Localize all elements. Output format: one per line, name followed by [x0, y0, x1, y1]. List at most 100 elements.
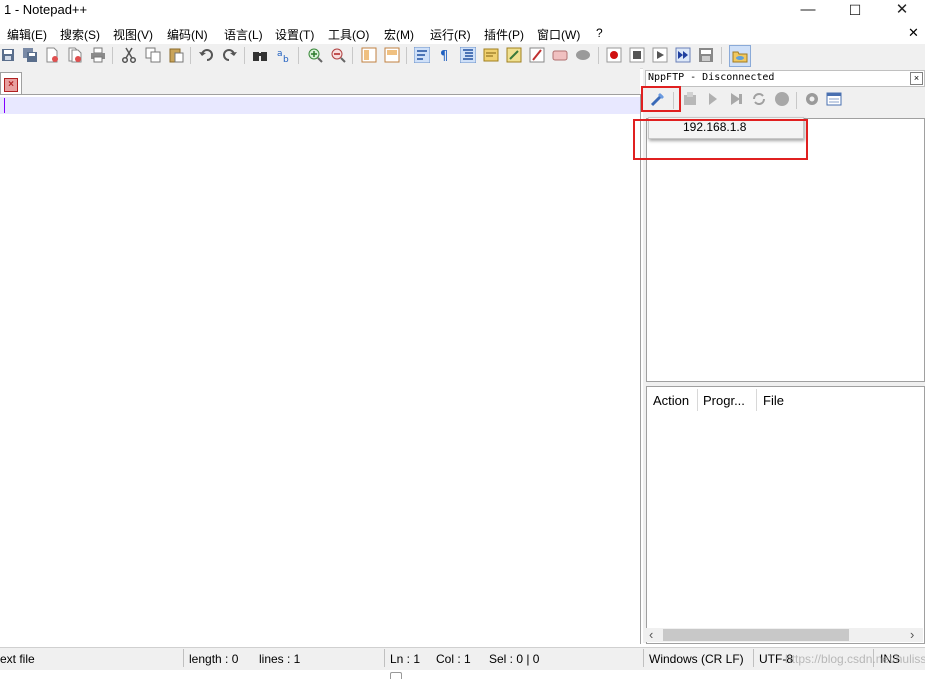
refresh-icon[interactable] — [751, 91, 767, 107]
status-file-type: ext file — [0, 652, 35, 666]
show-all-chars-icon[interactable]: ¶ — [437, 47, 453, 63]
nppftp-title: NppFTP - Disconnected — [648, 72, 775, 83]
play-macro-icon[interactable] — [652, 47, 668, 63]
menu-run[interactable]: 运行(R) — [430, 26, 471, 43]
toolbar-separator — [112, 47, 113, 64]
title-bar: 1 - Notepad++ — ☐ ✕ — [0, 0, 925, 22]
column-header-action[interactable]: Action — [653, 393, 689, 408]
svg-text:¶: ¶ — [440, 49, 448, 63]
menu-help[interactable]: ? — [596, 26, 603, 40]
gray-circle-icon[interactable] — [575, 47, 591, 63]
nppftp-toolbar — [645, 88, 923, 112]
menu-plugins[interactable]: 插件(P) — [484, 26, 524, 43]
editor-area[interactable] — [0, 94, 641, 644]
nppftp-title-bar: NppFTP - Disconnected × — [645, 70, 925, 87]
menu-tools[interactable]: 工具(O) — [328, 26, 369, 43]
status-lines: lines : 1 — [259, 652, 301, 666]
doc-map-icon[interactable] — [483, 47, 499, 63]
toolbar-separator — [298, 47, 299, 64]
svg-text:a: a — [277, 49, 283, 59]
sync-h-icon[interactable] — [384, 47, 400, 63]
toolbar-separator — [406, 47, 407, 64]
minimize-button[interactable]: — — [785, 0, 831, 22]
toolbar-separator — [352, 47, 353, 64]
cut-icon[interactable] — [121, 47, 137, 63]
status-column: Col : 1 — [436, 652, 471, 666]
upload-icon[interactable] — [705, 91, 721, 107]
menu-edit[interactable]: 编辑(E) — [7, 26, 47, 43]
paste-icon[interactable] — [168, 47, 184, 63]
column-header-file[interactable]: File — [763, 393, 784, 408]
message-window-icon[interactable] — [826, 91, 842, 107]
replace-icon[interactable]: ab — [276, 47, 292, 63]
indent-guide-icon[interactable] — [460, 47, 476, 63]
scroll-thumb[interactable] — [663, 629, 849, 641]
monitoring-icon[interactable] — [552, 47, 568, 63]
status-selection: Sel : 0 | 0 — [489, 652, 540, 666]
close-all-icon[interactable] — [67, 47, 83, 63]
upload-alt-icon[interactable] — [728, 91, 744, 107]
tab-bar — [0, 68, 640, 94]
status-divider — [753, 649, 754, 667]
folder-workspace-icon[interactable] — [529, 47, 545, 63]
stop-macro-icon[interactable] — [629, 47, 645, 63]
main-toolbar: ab ¶ — [0, 44, 925, 69]
menu-settings[interactable]: 设置(T) — [275, 26, 314, 43]
status-divider — [643, 649, 644, 667]
save-icon[interactable] — [0, 47, 16, 63]
column-divider[interactable] — [756, 389, 757, 411]
sync-v-icon[interactable] — [361, 47, 377, 63]
watermark: https://blog.csdn.net/hulisse... — [785, 652, 925, 666]
document-tab[interactable]: × — [0, 72, 22, 95]
nppftp-icon[interactable] — [729, 45, 751, 67]
record-macro-icon[interactable] — [606, 47, 622, 63]
download-icon[interactable] — [682, 91, 698, 107]
window-title: 1 - Notepad++ — [4, 2, 88, 17]
run-macro-multiple-icon[interactable] — [675, 47, 691, 63]
redo-icon[interactable] — [222, 47, 238, 63]
queue-horizontal-scrollbar[interactable]: ‹ › — [646, 627, 923, 642]
svg-text:b: b — [283, 55, 289, 63]
column-header-progress[interactable]: Progr... — [703, 393, 745, 408]
highlight-box-profile — [633, 119, 808, 160]
close-icon[interactable] — [44, 47, 60, 63]
menu-window[interactable]: 窗口(W) — [537, 26, 580, 43]
maximize-button[interactable]: ☐ — [832, 0, 878, 22]
text-caret — [4, 98, 5, 113]
menu-search[interactable]: 搜索(S) — [60, 26, 100, 43]
close-document-button[interactable]: ✕ — [908, 25, 919, 41]
tab-close-icon[interactable]: × — [4, 78, 18, 92]
toolbar-separator — [721, 47, 722, 64]
menu-encoding[interactable]: 编码(N) — [167, 26, 208, 43]
transfer-queue[interactable]: Action Progr... File — [646, 386, 925, 644]
resize-grip-icon — [390, 672, 402, 679]
menu-language[interactable]: 语言(L) — [224, 26, 263, 43]
save-macro-icon[interactable] — [698, 47, 714, 63]
menu-macro[interactable]: 宏(M) — [384, 26, 414, 43]
menu-view[interactable]: 视图(V) — [113, 26, 153, 43]
column-divider[interactable] — [697, 389, 698, 411]
function-list-icon[interactable] — [506, 47, 522, 63]
close-window-button[interactable]: ✕ — [879, 0, 925, 22]
status-length: length : 0 — [189, 652, 239, 666]
highlight-box-connect — [641, 86, 681, 112]
menu-bar: 编辑(E) 搜索(S) 视图(V) 编码(N) 语言(L) 设置(T) 工具(O… — [0, 22, 925, 44]
word-wrap-icon[interactable] — [414, 47, 430, 63]
zoom-out-icon[interactable] — [330, 47, 346, 63]
settings-icon[interactable] — [804, 91, 820, 107]
toolbar-separator — [796, 92, 797, 109]
abort-icon[interactable] — [774, 91, 790, 107]
toolbar-separator — [190, 47, 191, 64]
scroll-right-button[interactable]: › — [910, 627, 914, 642]
status-divider — [384, 649, 385, 667]
nppftp-close-button[interactable]: × — [910, 72, 923, 85]
undo-icon[interactable] — [198, 47, 214, 63]
zoom-in-icon[interactable] — [307, 47, 323, 63]
find-icon[interactable] — [252, 47, 268, 63]
scroll-left-button[interactable]: ‹ — [649, 627, 653, 642]
copy-icon[interactable] — [145, 47, 161, 63]
status-divider — [183, 649, 184, 667]
save-all-icon[interactable] — [22, 47, 38, 63]
print-icon[interactable] — [90, 47, 106, 63]
status-eol[interactable]: Windows (CR LF) — [649, 652, 744, 666]
